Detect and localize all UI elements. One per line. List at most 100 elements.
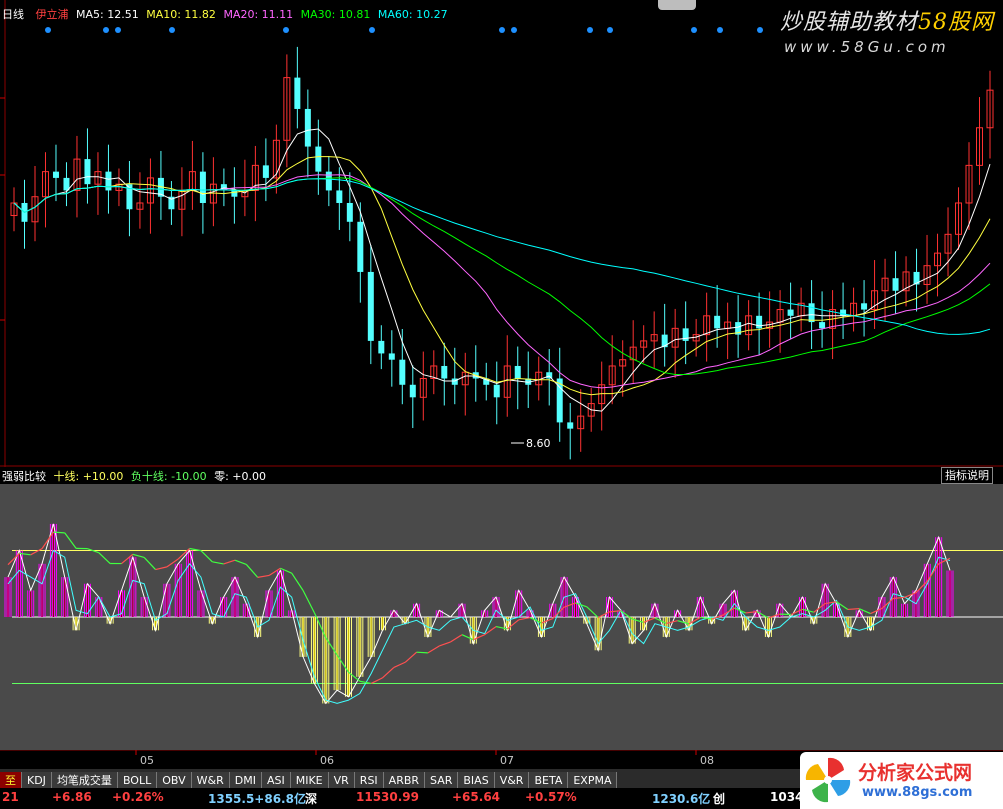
- candle-body: [661, 334, 668, 348]
- candle-body: [388, 353, 395, 360]
- tab-vandr[interactable]: V&R: [494, 772, 530, 789]
- candle-body: [199, 171, 206, 203]
- tab-prefix[interactable]: 至: [0, 772, 22, 789]
- signal-dot: [103, 27, 109, 33]
- logo-text: 分析家公式网: [858, 762, 973, 784]
- ma30-value: MA30: 10.81: [300, 8, 371, 21]
- candle-body: [861, 303, 868, 310]
- candle-body: [514, 365, 521, 379]
- stock-name[interactable]: 伊立浦: [36, 8, 69, 21]
- trend-line-segment: [19, 552, 31, 556]
- trend-line-segment: [439, 641, 451, 647]
- signal-dot: [499, 27, 505, 33]
- trend-line-segment: [563, 602, 576, 608]
- line-minus10: 负十线: -10.00: [130, 470, 207, 483]
- candle-body: [819, 322, 826, 329]
- candle-body: [378, 340, 385, 354]
- trend-line-segment: [427, 645, 440, 654]
- candle-body: [346, 202, 353, 222]
- candle-body: [714, 315, 721, 329]
- ma20-value: MA20: 11.11: [223, 8, 294, 21]
- line-plus10: 十线: +10.00: [53, 470, 124, 483]
- status-sz-change: +65.64: [452, 790, 501, 804]
- status-index-value: 21: [2, 790, 19, 804]
- candle-body: [409, 384, 416, 398]
- candle-body: [357, 221, 364, 272]
- tab-volume-per-trade[interactable]: 均笔成交量: [51, 772, 118, 789]
- trend-line-segment: [336, 654, 349, 673]
- tab-boll[interactable]: BOLL: [117, 772, 158, 789]
- status-cy-value: 1034: [770, 790, 804, 804]
- tab-mike[interactable]: MIKE: [290, 772, 329, 789]
- tab-beta[interactable]: BETA: [529, 772, 569, 789]
- indicator-panel[interactable]: [0, 484, 1003, 750]
- low-label: 8.60: [526, 437, 551, 450]
- signal-dot: [607, 27, 613, 33]
- trend-line-segment: [348, 671, 361, 682]
- trend-line-segment: [688, 616, 701, 625]
- candle-body: [105, 171, 112, 191]
- candle-body: [367, 271, 374, 341]
- trend-line-segment: [722, 607, 735, 616]
- signal-dot: [45, 27, 51, 33]
- month-label-08: 08: [700, 754, 714, 767]
- candle-body: [441, 365, 448, 379]
- candle-body: [399, 359, 406, 385]
- status-market-sz[interactable]: 深: [305, 790, 317, 807]
- status-sz-pct: +0.57%: [525, 790, 577, 804]
- signal-dot: [587, 27, 593, 33]
- tab-dmi[interactable]: DMI: [229, 772, 262, 789]
- tab-wr[interactable]: W&R: [191, 772, 230, 789]
- low-annotation: 8.60: [511, 437, 551, 450]
- trend-line-segment: [257, 574, 270, 578]
- trend-line-segment: [200, 550, 213, 563]
- logo-url: www.88gs.com: [862, 785, 973, 800]
- trend-line-segment: [223, 559, 236, 565]
- indicator-chart[interactable]: [0, 484, 1003, 750]
- trend-line-segment: [325, 637, 338, 656]
- trend-line-segment: [847, 608, 860, 611]
- status-market-cy[interactable]: 创: [713, 790, 725, 807]
- trend-line-segment: [132, 553, 145, 559]
- candle-body: [52, 171, 59, 178]
- trend-line-segment: [30, 548, 43, 556]
- trend-line-segment: [155, 566, 168, 571]
- tab-arbr[interactable]: ARBR: [383, 772, 426, 789]
- indicator-name[interactable]: 强弱比较: [2, 470, 46, 483]
- scroll-handle[interactable]: [658, 0, 696, 10]
- trend-line-segment: [212, 561, 224, 565]
- trend-line-segment: [393, 661, 406, 669]
- kline-chart[interactable]: 8.60: [0, 0, 1003, 467]
- status-index-change: +6.86: [52, 790, 92, 804]
- trend-line-segment: [41, 531, 54, 549]
- tab-sar[interactable]: SAR: [425, 772, 459, 789]
- tab-expma[interactable]: EXPMA: [568, 772, 618, 789]
- tab-rsi[interactable]: RSI: [354, 772, 384, 789]
- tab-asi[interactable]: ASI: [261, 772, 291, 789]
- month-label-07: 07: [500, 754, 514, 767]
- ma30-line: [13, 177, 991, 375]
- tab-kdj[interactable]: KDJ: [22, 772, 52, 789]
- signal-dot: [369, 27, 375, 33]
- kline-panel[interactable]: 8.60 日线 伊立浦 MA5: 12.51 MA10: 11.82 MA20:…: [0, 0, 1003, 467]
- site-logo: 分析家公式网 www.88gs.com: [800, 752, 1003, 809]
- tab-vr[interactable]: VR: [328, 772, 355, 789]
- indicator-help-button[interactable]: 指标说明: [941, 467, 993, 484]
- line-zero: 零: +0.00: [214, 470, 267, 483]
- trend-line-segment: [518, 616, 531, 621]
- trend-line-segment: [166, 558, 179, 568]
- watermark-text: 炒股辅助教材: [780, 10, 919, 35]
- ma-legend: 日线 伊立浦 MA5: 12.51 MA10: 11.82 MA20: 11.1…: [2, 6, 448, 22]
- candle-body: [84, 159, 91, 185]
- trend-line-segment: [416, 651, 428, 654]
- tab-bias[interactable]: BIAS: [458, 772, 495, 789]
- signal-dot: [757, 27, 763, 33]
- signal-dot: [115, 27, 121, 33]
- trend-line-segment: [404, 651, 417, 663]
- trend-line-segment: [609, 610, 621, 613]
- pinwheel-icon: [805, 757, 851, 803]
- trend-line-segment: [495, 625, 508, 630]
- tab-obv[interactable]: OBV: [157, 772, 192, 789]
- candle-body: [567, 422, 574, 429]
- trend-line-segment: [926, 563, 940, 582]
